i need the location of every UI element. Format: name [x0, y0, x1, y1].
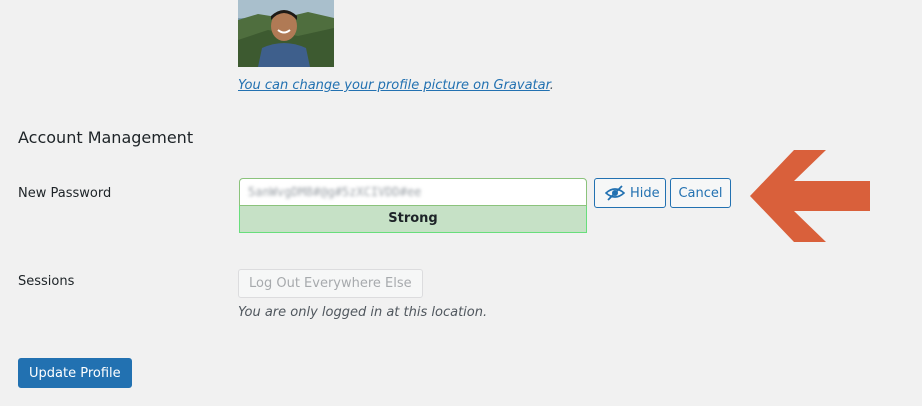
sessions-label: Sessions [18, 274, 75, 289]
avatar-photo [238, 0, 334, 67]
sessions-description: You are only logged in at this location. [238, 305, 488, 320]
gravatar-link[interactable]: You can change your profile picture on G… [238, 78, 550, 93]
log-out-everywhere-button: Log Out Everywhere Else [238, 269, 423, 298]
left-arrow-icon [750, 150, 870, 242]
gravatar-suffix: . [549, 78, 554, 93]
new-password-input[interactable]: 5anWvgDM8#@g#5zXCIVDD#ee [239, 178, 587, 206]
hide-button-label: Hide [630, 185, 660, 201]
new-password-label: New Password [18, 186, 112, 201]
section-title: Account Management [18, 128, 194, 147]
password-strength-meter: Strong [239, 206, 587, 233]
cancel-password-button[interactable]: Cancel [670, 178, 731, 208]
profile-avatar [238, 0, 334, 67]
eye-slash-icon [604, 185, 626, 201]
hide-password-button[interactable]: Hide [594, 178, 666, 208]
new-password-value: 5anWvgDM8#@g#5zXCIVDD#ee [248, 185, 422, 199]
update-profile-button[interactable]: Update Profile [18, 358, 132, 388]
gravatar-description: You can change your profile picture on G… [238, 78, 554, 93]
